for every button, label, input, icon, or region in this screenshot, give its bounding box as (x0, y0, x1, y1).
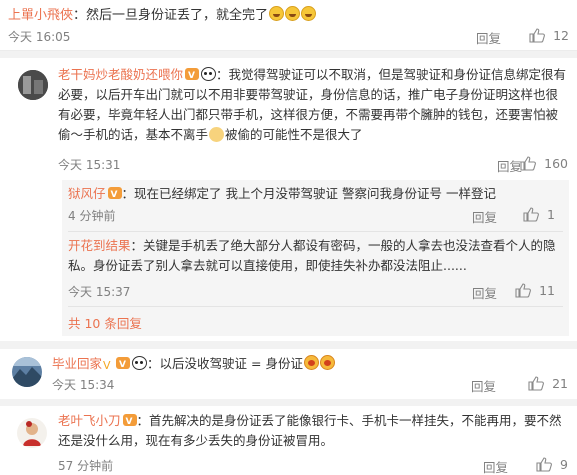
shrug-emoji-icon (209, 127, 225, 142)
comment-1-footer: 今天 16:05 回复 12 (8, 28, 569, 46)
crying-emoji-icon (303, 355, 319, 370)
subreply-2-username[interactable]: 开花到结果 (68, 238, 131, 253)
comment-2-text-part2: 被偷的可能性不是很大了 (225, 127, 363, 142)
reply-thread-panel: 狱风仔：现在已经绑定了 我上个月没带驾驶证 警察问我身份证号 一样登记 4 分钟… (62, 180, 569, 336)
subreply-1-username[interactable]: 狱风仔 (68, 186, 106, 201)
comment-4: 老叶飞小刀：首先解决的是身份证丢了能像银行卡、手机卡一样挂失，不能再用，要不然还… (0, 406, 577, 475)
divider (68, 231, 563, 232)
subreply-1-text: 现在已经绑定了 我上个月没带驾驶证 警察问我身份证号 一样登记 (134, 186, 496, 201)
comment-2-footer: 今天 15:31 回复 160 (58, 156, 568, 174)
section-gap (0, 51, 577, 58)
subreply-2-time: 今天 15:37 (68, 285, 131, 299)
laugh-cry-emoji-icon (301, 6, 317, 21)
panda-icon (201, 67, 217, 81)
vip-badge-icon (185, 66, 200, 86)
thumbs-up-icon (520, 156, 537, 171)
thumbs-up-icon (515, 283, 532, 298)
comment-2-username[interactable]: 老干妈炒老酸奶还喂你 (58, 67, 183, 82)
subreply-2-like-count: 11 (539, 283, 555, 298)
thumbs-up-icon (529, 28, 546, 43)
comment-1-username[interactable]: 上單小飛俠 (8, 8, 73, 23)
vip-badge-icon (122, 412, 137, 432)
avatar[interactable] (12, 357, 42, 387)
comment-3-reply-button[interactable]: 回复 (471, 376, 496, 395)
panda-icon (132, 356, 148, 370)
comment-1: 上單小飛俠：然后一旦身份证丢了，就全完了 今天 16:05 回复 12 (0, 0, 577, 52)
comment-1-line: 上單小飛俠：然后一旦身份证丢了，就全完了 (8, 4, 317, 23)
subreply-2-reply-button[interactable]: 回复 (472, 283, 497, 302)
comment-3-body: 毕业回家V：以后没收驾驶证 = 身份证 (52, 354, 567, 375)
view-all-replies-link[interactable]: 共 10 条回复 (68, 313, 142, 332)
comment-4-body: 老叶飞小刀：首先解决的是身份证丢了能像银行卡、手机卡一样挂失，不能再用，要不然还… (58, 411, 568, 451)
avatar[interactable] (17, 418, 47, 448)
comment-1-reply-button[interactable]: 回复 (476, 28, 501, 47)
comment-2-time: 今天 15:31 (58, 158, 121, 172)
verified-v-icon: V (103, 359, 111, 372)
subreply-2-footer: 今天 15:37 回复 11 (68, 283, 563, 301)
comment-1-like-button[interactable]: 12 (529, 28, 569, 43)
section-gap (0, 399, 577, 406)
subreply-2: 开花到结果：关键是手机丢了绝大部分人都设有密码，一般的人拿去也没法查看个人的隐私… (68, 238, 556, 273)
comment-2: 老干妈炒老酸奶还喂你：我觉得驾驶证可以不取消，但是驾驶证和身份证信息绑定很有必要… (0, 58, 577, 341)
comment-3: 毕业回家V：以后没收驾驶证 = 身份证 今天 15:34 回复 21 (0, 349, 577, 399)
comment-2-body: 老干妈炒老酸奶还喂你：我觉得驾驶证可以不取消，但是驾驶证和身份证信息绑定很有必要… (58, 65, 568, 145)
divider (68, 306, 563, 307)
vip-badge-icon (116, 355, 131, 375)
subreply-2-like-button[interactable]: 11 (515, 283, 555, 298)
subreply-1-footer: 4 分钟前 回复 1 (68, 207, 563, 225)
comment-4-like-count: 9 (560, 457, 568, 472)
comment-1-time: 今天 16:05 (8, 30, 71, 44)
comment-1-like-count: 12 (553, 28, 569, 43)
comment-3-time: 今天 15:34 (52, 378, 115, 392)
comment-4-like-button[interactable]: 9 (536, 457, 568, 472)
vip-badge-icon (107, 185, 122, 205)
avatar[interactable] (18, 70, 48, 100)
subreply-1-time: 4 分钟前 (68, 209, 116, 223)
subreply-1-like-count: 1 (547, 207, 555, 222)
thumbs-up-icon (523, 207, 539, 222)
comment-4-username[interactable]: 老叶飞小刀 (58, 413, 121, 428)
comment-2-like-button[interactable]: 160 (520, 156, 568, 171)
comment-3-footer: 今天 15:34 回复 21 (52, 376, 568, 394)
subreply-1: 狱风仔：现在已经绑定了 我上个月没带驾驶证 警察问我身份证号 一样登记 (68, 184, 563, 205)
comment-3-like-count: 21 (552, 376, 568, 391)
thumbs-up-icon (536, 457, 552, 472)
comment-4-reply-button[interactable]: 回复 (483, 457, 508, 475)
comment-3-text: 以后没收驾驶证 = 身份证 (159, 356, 303, 371)
crying-emoji-icon (319, 355, 335, 370)
comment-3-like-button[interactable]: 21 (528, 376, 568, 391)
thumbs-up-icon (528, 376, 545, 391)
comment-4-footer: 57 分钟前 回复 9 (58, 457, 568, 475)
comment-1-text: 然后一旦身份证丢了，就全完了 (86, 8, 269, 23)
comment-2-reply-button[interactable]: 回复 (497, 156, 522, 175)
comment-4-time: 57 分钟前 (58, 459, 114, 473)
laugh-cry-emoji-icon (285, 6, 301, 21)
section-gap (0, 341, 577, 349)
comment-2-like-count: 160 (544, 156, 568, 171)
subreply-1-reply-button[interactable]: 回复 (472, 207, 497, 226)
laugh-cry-emoji-icon (269, 6, 285, 21)
subreply-1-like-button[interactable]: 1 (523, 207, 555, 222)
comment-3-username[interactable]: 毕业回家 (52, 356, 102, 371)
